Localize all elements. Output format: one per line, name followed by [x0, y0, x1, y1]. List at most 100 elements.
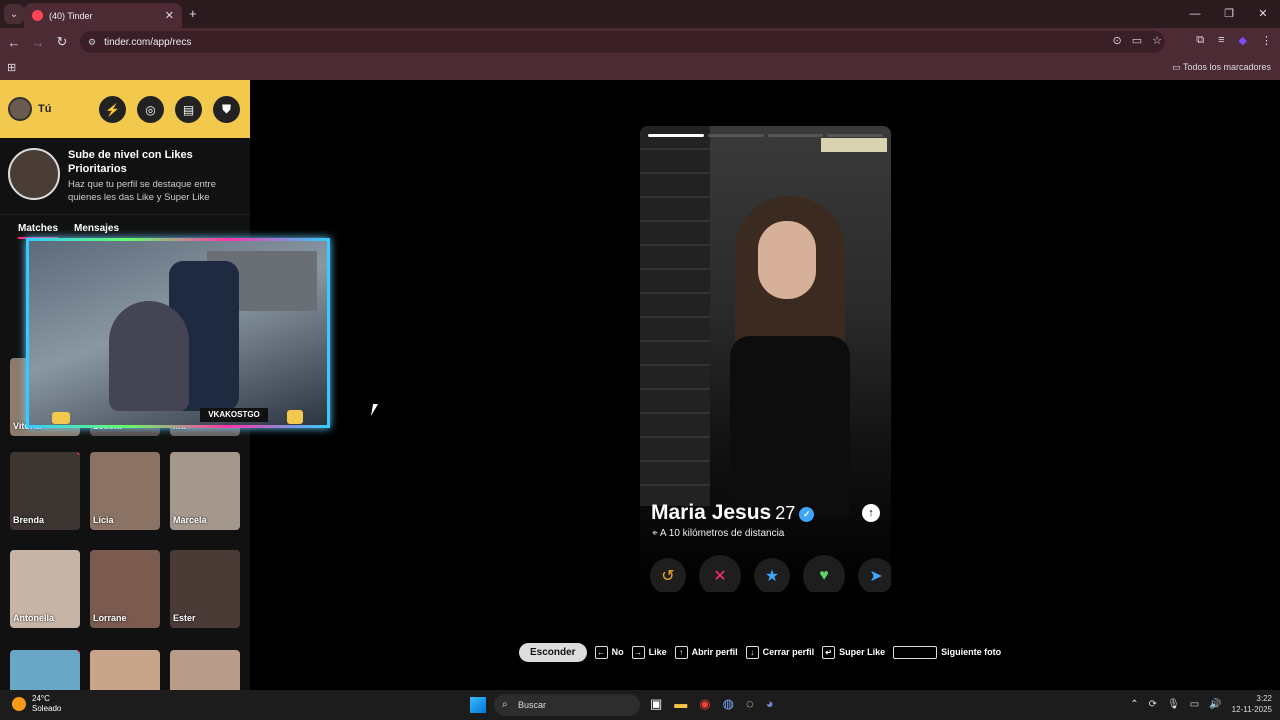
match-card[interactable]	[170, 650, 240, 690]
extensions-icon[interactable]: ⧉	[1196, 34, 1204, 47]
weather-widget[interactable]: 24°C Soleado	[12, 694, 61, 714]
match-card[interactable]: Brenda	[10, 452, 80, 530]
location-icon[interactable]: ⊙	[1113, 34, 1122, 47]
tab-search-button[interactable]: ⌄	[4, 4, 24, 24]
photo-bar[interactable]	[707, 134, 764, 137]
browser-toolbar: ← → ↻ ⚙ tinder.com/app/recs ⊙ ▭ ☆ ⧉ ≡ ◆ …	[0, 28, 1280, 56]
clock[interactable]: 3:22 12-11-2025	[1232, 693, 1272, 715]
system-tray: ⌃ ⟳ 🎙 ▭ 🔊 3:22 12-11-2025	[1130, 693, 1272, 715]
new-match-dot	[77, 650, 80, 653]
match-card[interactable]: Lícia	[90, 452, 160, 530]
minimize-icon[interactable]: —	[1178, 0, 1212, 28]
verified-icon: ✓	[799, 507, 815, 522]
shortcut-next: Siguiente foto	[893, 646, 1001, 659]
new-match-dot	[77, 452, 80, 455]
sidebar-tabs: Matches Mensajes	[0, 215, 250, 239]
url-text: tinder.com/app/recs	[104, 36, 192, 48]
photo-bar[interactable]	[827, 134, 883, 137]
super-like-button[interactable]: ★	[754, 558, 790, 592]
windows-start-icon[interactable]	[470, 697, 486, 713]
volume-icon[interactable]: 🔊	[1209, 699, 1221, 710]
match-card[interactable]: Antonella	[10, 550, 80, 628]
left-arrow-icon: ←	[594, 646, 608, 659]
channel-label: VKAKOSTGO	[200, 408, 268, 422]
photo-watermark	[821, 138, 887, 152]
window-controls: — ❐ ✕	[1178, 0, 1280, 28]
boost-send-button[interactable]: ➤	[858, 558, 891, 592]
shortcut-no: ← No	[594, 646, 624, 659]
media-icon[interactable]: ≡	[1218, 34, 1224, 47]
boost-icon[interactable]: ⚡	[99, 96, 126, 123]
down-arrow-icon: ↓	[745, 646, 759, 659]
safety-shield-icon[interactable]: ⛊	[213, 96, 240, 123]
work-icon[interactable]: ▤	[175, 96, 202, 123]
match-name: Marcela	[173, 515, 207, 525]
action-buttons: ↺ ✕ ★ ♥ ➤	[650, 555, 891, 592]
photo-progress	[648, 134, 883, 137]
photo-dress	[730, 336, 850, 516]
obs-icon[interactable]: ◌	[746, 696, 754, 712]
close-window-icon[interactable]: ✕	[1246, 0, 1280, 28]
menu-icon[interactable]: ⋮	[1261, 34, 1272, 47]
profile-card[interactable]: Maria Jesus 27 ✓ ↑ ⌖ A 10 kilómetros de di…	[640, 126, 891, 592]
browser-tab[interactable]: (40) Tinder ✕	[24, 3, 182, 28]
back-icon[interactable]: ←	[2, 35, 26, 50]
file-explorer-icon[interactable]: ▬	[674, 696, 687, 712]
sync-icon[interactable]: ⟳	[1149, 699, 1157, 710]
taskbar-search[interactable]: ⌕ Buscar	[494, 694, 640, 716]
network-icon[interactable]: ▭	[1190, 699, 1199, 710]
tab-messages[interactable]: Mensajes	[74, 223, 119, 239]
right-arrow-icon: →	[631, 646, 645, 659]
photo-face	[758, 221, 816, 299]
shortcut-super: ↵ Super Like	[822, 646, 885, 659]
mouse-cursor-icon	[370, 404, 379, 416]
nope-button[interactable]: ✕	[699, 555, 741, 592]
cast-icon[interactable]: ▭	[1132, 34, 1142, 47]
match-card[interactable]	[10, 650, 80, 690]
match-card[interactable]: Lorrane	[90, 550, 160, 628]
restore-icon[interactable]: ❐	[1212, 0, 1246, 28]
pinned-apps: ▣ ▬ ◉ ◍ ◌ ◕	[650, 696, 774, 712]
match-card[interactable]: Ester	[170, 550, 240, 628]
profile-age: 27	[775, 503, 796, 523]
bookmark-star-icon[interactable]: ☆	[1152, 34, 1162, 47]
priority-likes-promo[interactable]: Sube de nivel con Likes Prioritarios Haz…	[0, 138, 250, 215]
open-profile-icon[interactable]: ↑	[862, 504, 880, 522]
tinder-favicon-icon	[32, 10, 43, 21]
close-tab-icon[interactable]: ✕	[165, 9, 174, 22]
site-info-icon[interactable]: ⚙	[88, 37, 96, 48]
promo-text: Haz que tu perfil se destaque entre quie…	[68, 179, 216, 203]
date: 12-11-2025	[1231, 705, 1272, 714]
spacebar-icon	[893, 646, 938, 659]
avatar[interactable]	[8, 97, 32, 121]
tab-matches[interactable]: Matches	[18, 223, 59, 239]
rewind-button[interactable]: ↺	[650, 558, 686, 592]
photo-bar[interactable]	[767, 134, 824, 137]
explore-icon[interactable]: ◎	[137, 96, 164, 123]
search-label: Buscar	[518, 700, 547, 710]
apps-grid-icon[interactable]: ⊞	[7, 61, 16, 74]
discord-icon[interactable]: ◕	[766, 696, 774, 712]
task-view-icon[interactable]: ▣	[650, 696, 662, 712]
tray-overflow-icon[interactable]: ⌃	[1130, 699, 1138, 710]
profile-icon[interactable]: ◆	[1239, 34, 1247, 47]
reload-icon[interactable]: ↻	[50, 34, 74, 50]
profile-name-text: Maria Jesus	[651, 501, 772, 524]
chrome-icon[interactable]: ◉	[699, 696, 710, 712]
hide-shortcuts-button[interactable]: Esconder	[519, 643, 587, 662]
like-button[interactable]: ♥	[803, 555, 845, 592]
address-bar[interactable]: ⚙ tinder.com/app/recs	[80, 31, 1165, 53]
streamer	[109, 301, 189, 411]
match-card[interactable]: Marcela	[170, 452, 240, 530]
shortcut-close: ↓ Cerrar perfil	[745, 646, 814, 659]
user-label[interactable]: Tú	[38, 103, 51, 115]
all-bookmarks-folder[interactable]: ▭ Todos los marcadores	[1172, 62, 1271, 73]
new-tab-button[interactable]: +	[189, 6, 197, 21]
photo-bar[interactable]	[648, 134, 704, 137]
forward-icon[interactable]: →	[26, 35, 50, 50]
app-icon[interactable]: ◍	[723, 696, 734, 712]
tab-title: (40) Tinder	[49, 10, 93, 21]
match-card[interactable]	[90, 650, 160, 690]
distance-text: A 10 kilómetros de distancia	[659, 528, 785, 539]
microphone-icon[interactable]: 🎙	[1167, 699, 1180, 710]
